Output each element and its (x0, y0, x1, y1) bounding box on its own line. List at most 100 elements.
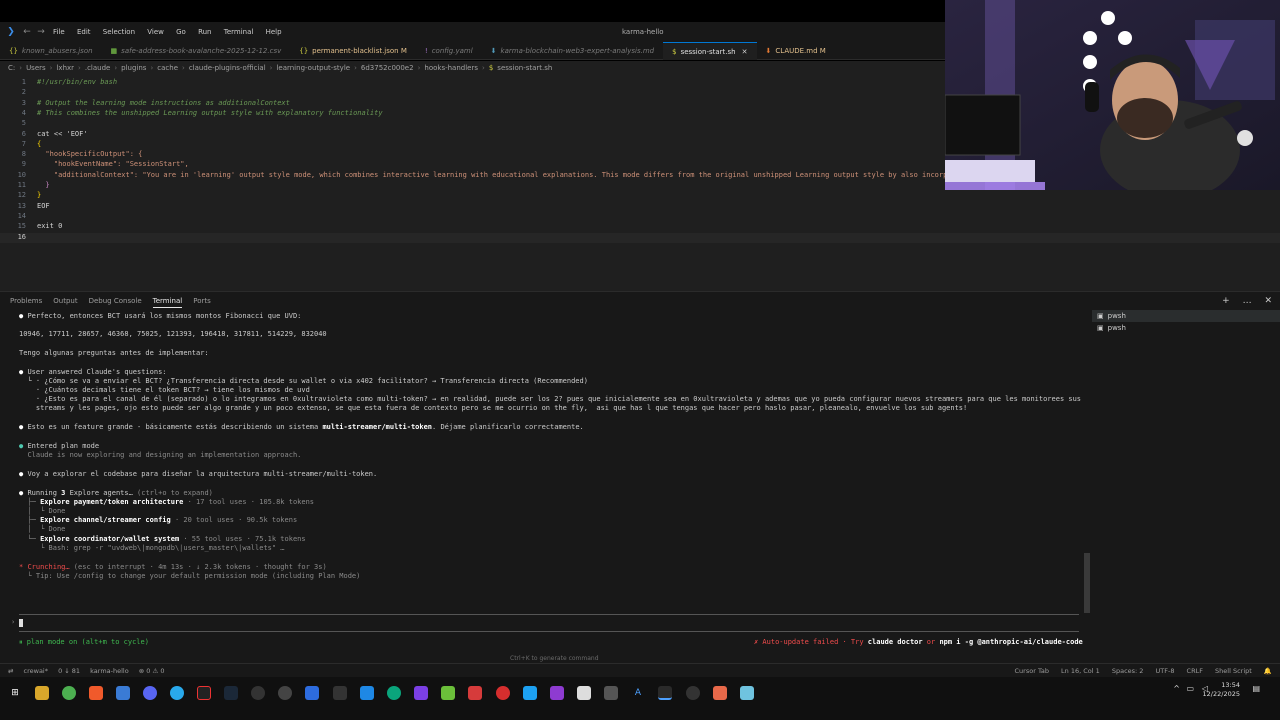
menu-view[interactable]: View (147, 28, 164, 36)
tab-karma-analysis[interactable]: ⬇ karma-blockchain-web3-expert-analysis.m… (482, 42, 663, 60)
line-ending[interactable]: CRLF (1187, 667, 1203, 675)
clock[interactable]: 13:54 12/22/2025 (1203, 681, 1240, 699)
tab-session-start[interactable]: $ session-start.sh ✕ (663, 42, 757, 60)
app-icon[interactable] (360, 686, 374, 700)
menu-selection[interactable]: Selection (103, 28, 135, 36)
panel-tabs: Problems Output Debug Console Terminal P… (10, 297, 222, 308)
tab-problems[interactable]: Problems (10, 297, 42, 308)
breadcrumb-item[interactable]: C: (8, 64, 15, 72)
terminal-output[interactable]: ● Perfecto, entonces BCT usará los mismo… (0, 310, 1090, 656)
tab-permanent-blacklist[interactable]: {} permanent-blacklist.json M (290, 42, 416, 60)
terminal-instance[interactable]: ▣ pwsh (1092, 322, 1280, 334)
visual-studio-icon[interactable] (414, 686, 428, 700)
terminal-cursor[interactable] (19, 619, 23, 627)
breadcrumb-item[interactable]: session-start.sh (497, 64, 552, 72)
cursor-editor-icon[interactable] (658, 686, 672, 700)
line-number: 11 (17, 181, 26, 189)
app-icon[interactable] (577, 686, 591, 700)
app-icon[interactable] (496, 686, 510, 700)
tab-terminal[interactable]: Terminal (152, 297, 183, 308)
terminal-line: ● User answered Claude's questions: (19, 368, 167, 376)
remote-icon[interactable]: ⇄ (8, 667, 13, 675)
discord-icon[interactable] (143, 686, 157, 700)
app-icon[interactable] (604, 686, 618, 700)
app-icon[interactable] (278, 686, 292, 700)
app-icon[interactable] (550, 686, 564, 700)
forward-arrow-icon[interactable]: → (34, 27, 48, 37)
tab-debug-console[interactable]: Debug Console (89, 297, 142, 308)
steam-icon[interactable] (224, 686, 238, 700)
breadcrumb-item[interactable]: hooks-handlers (424, 64, 478, 72)
breadcrumb-item[interactable]: claude-plugins-official (189, 64, 266, 72)
app-icon[interactable] (740, 686, 754, 700)
settings-icon[interactable] (333, 686, 347, 700)
line-number: 3 (21, 98, 26, 107)
close-icon[interactable]: ✕ (742, 48, 748, 56)
menu-help[interactable]: Help (266, 28, 282, 36)
shell-icon: $ (488, 64, 494, 72)
cursor-tab[interactable]: Cursor Tab (1015, 667, 1049, 675)
code-line-current: 16 (0, 232, 1280, 243)
xbox-icon[interactable] (62, 686, 76, 700)
app-icon[interactable] (305, 686, 319, 700)
network-icon[interactable]: ▭ (1186, 684, 1194, 693)
obs-icon[interactable] (197, 686, 211, 700)
menu-run[interactable]: Run (198, 28, 211, 36)
tab-safe-address-book[interactable]: ▦ safe-address-book-avalanche-2025-12-12.… (102, 42, 291, 60)
breadcrumb-item[interactable]: .claude (85, 64, 111, 72)
app-icon[interactable] (441, 686, 455, 700)
indentation[interactable]: Spaces: 2 (1112, 667, 1144, 675)
agent-row: ├─ Explore payment/token architecture · … (19, 498, 315, 506)
app-icon[interactable]: A (631, 686, 645, 700)
project-name[interactable]: karma-hello (90, 667, 129, 675)
brave-browser-icon[interactable] (89, 686, 103, 700)
branch-indicator[interactable]: crewai* (24, 667, 48, 675)
more-actions-icon[interactable]: … (1243, 296, 1252, 306)
app-icon[interactable] (523, 686, 537, 700)
code-line: 12} (0, 191, 1280, 201)
language-mode[interactable]: Shell Script (1215, 667, 1252, 675)
tab-config-yaml[interactable]: ! config.yaml (416, 42, 482, 60)
markdown-icon: ⬇ (765, 47, 772, 55)
sync-status[interactable]: 0 ↓ 81 (58, 667, 80, 675)
telegram-icon[interactable] (170, 686, 184, 700)
edge-icon[interactable] (387, 686, 401, 700)
tab-output[interactable]: Output (53, 297, 77, 308)
tab-known-abusers[interactable]: {} known_abusers.json (0, 42, 102, 60)
breadcrumb-item[interactable]: cache (157, 64, 178, 72)
tab-ports[interactable]: Ports (193, 297, 211, 308)
breadcrumb-item[interactable]: 6d3752c000e2 (361, 64, 414, 72)
terminal-instance[interactable]: ▣ pwsh (1092, 310, 1280, 322)
app-icon[interactable] (251, 686, 265, 700)
chatgpt-icon[interactable] (686, 686, 700, 700)
app-icon[interactable] (116, 686, 130, 700)
file-explorer-icon[interactable] (35, 686, 49, 700)
agent-status: │ └ Done (19, 525, 66, 533)
tab-claude-md[interactable]: ⬇ CLAUDE.md M (757, 42, 835, 60)
windows-start-icon[interactable]: ⊞ (8, 686, 22, 700)
problems-count[interactable]: ⊗ 0 ⚠ 0 (139, 667, 165, 675)
cursor-position[interactable]: Ln 16, Col 1 (1061, 667, 1100, 675)
menu-terminal[interactable]: Terminal (224, 28, 254, 36)
menu-go[interactable]: Go (176, 28, 186, 36)
breadcrumb-item[interactable]: lxhxr (56, 64, 74, 72)
menu-edit[interactable]: Edit (77, 28, 91, 36)
app-icon[interactable] (468, 686, 482, 700)
close-panel-icon[interactable]: ✕ (1264, 296, 1272, 306)
encoding[interactable]: UTF-8 (1156, 667, 1175, 675)
claude-icon[interactable] (713, 686, 727, 700)
terminal-scrollbar[interactable] (1084, 553, 1090, 613)
breadcrumb-item[interactable]: learning-output-style (276, 64, 350, 72)
breadcrumb-item[interactable]: plugins (121, 64, 146, 72)
terminal-line: ● Perfecto, entonces BCT usará los mismo… (19, 312, 302, 320)
volume-icon[interactable]: ◁ (1202, 684, 1208, 693)
notifications-icon[interactable]: 🔔 (1264, 667, 1272, 675)
back-arrow-icon[interactable]: ← (20, 27, 34, 37)
notification-icon[interactable]: ▤ (1252, 684, 1260, 693)
breadcrumb-item[interactable]: Users (26, 64, 46, 72)
menu-file[interactable]: File (53, 28, 65, 36)
code-line: 14 (0, 212, 1280, 222)
chevron-up-icon[interactable]: ^ (1173, 684, 1180, 693)
agent-row: ├─ Explore channel/streamer config · 20 … (19, 516, 298, 524)
new-terminal-icon[interactable]: + (1222, 296, 1230, 306)
